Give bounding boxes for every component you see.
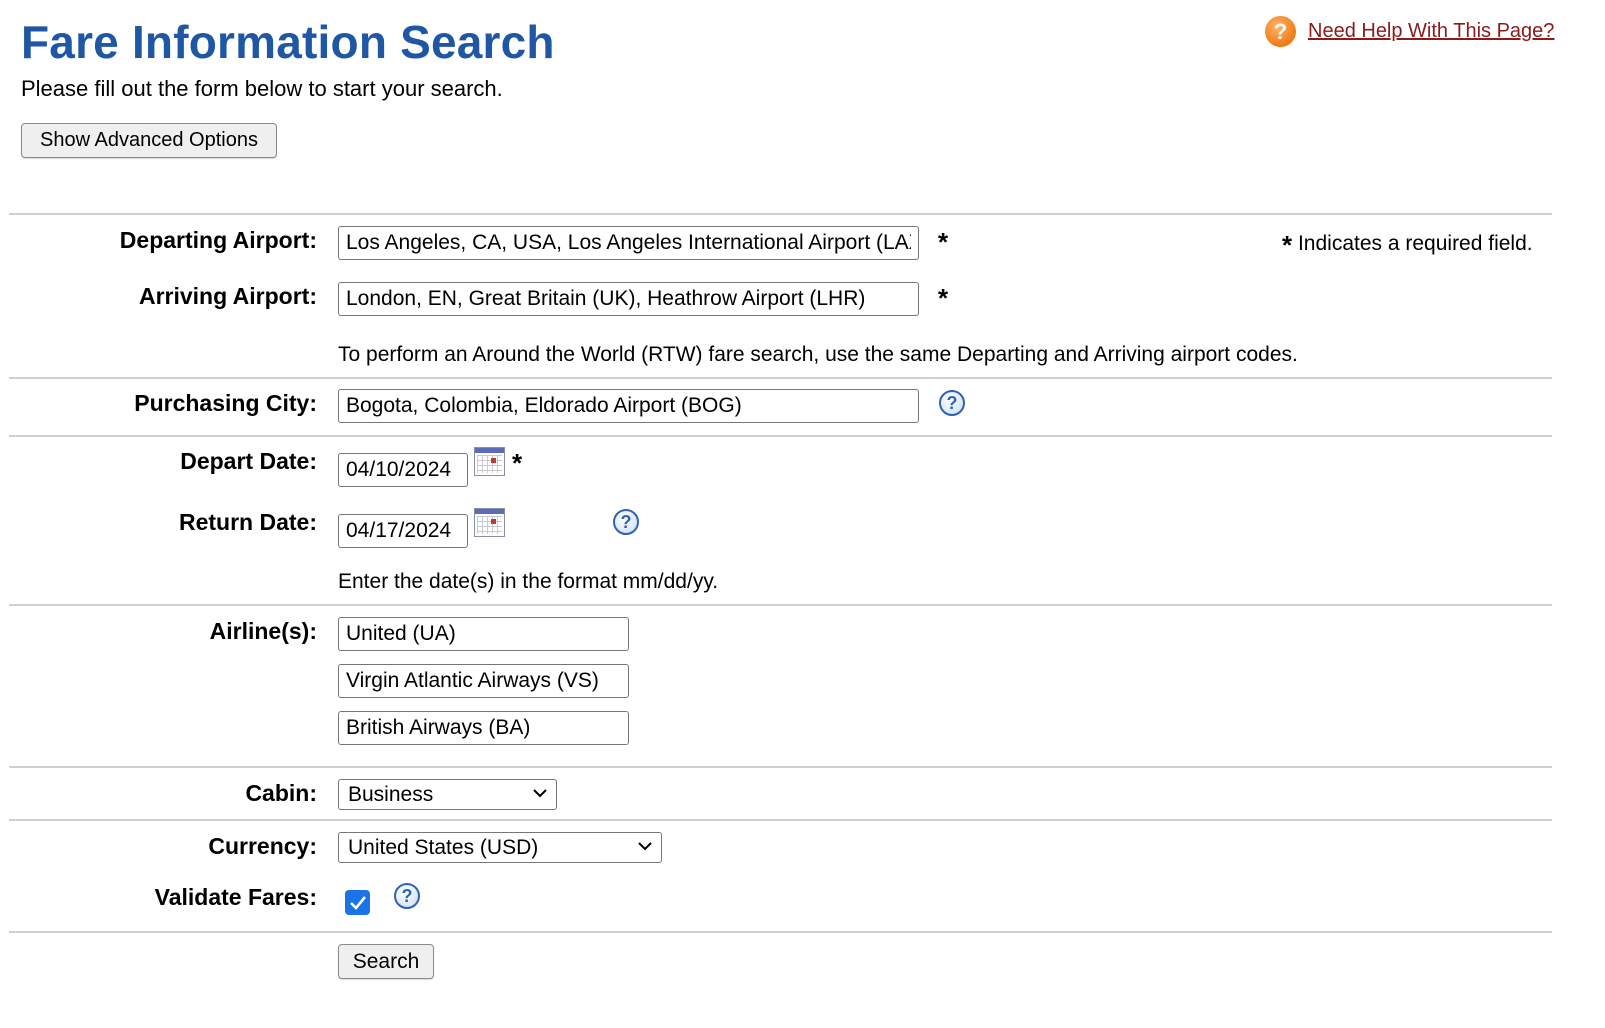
depart-date-input[interactable] [338, 453, 468, 487]
airline-input-3[interactable] [338, 711, 629, 745]
required-marker: * [512, 448, 523, 478]
required-marker: * [938, 227, 949, 257]
cabin-label: Cabin: [245, 780, 317, 806]
required-note: Indicates a required field. [1297, 232, 1533, 255]
purchasing-city-input[interactable] [338, 389, 919, 423]
return-date-input[interactable] [338, 514, 468, 548]
validate-fares-checkbox[interactable] [345, 890, 370, 915]
date-help-icon[interactable]: ? [613, 509, 639, 535]
validate-fares-label: Validate Fares: [154, 884, 317, 910]
cabin-select[interactable]: Business [338, 779, 557, 810]
purchasing-city-label: Purchasing City: [134, 390, 317, 416]
currency-label: Currency: [208, 833, 317, 859]
divider [9, 435, 1552, 437]
help-question-icon[interactable]: ? [1265, 16, 1296, 47]
chevron-down-icon [638, 842, 652, 851]
departing-airport-input[interactable] [338, 226, 919, 260]
departing-airport-label: Departing Airport: [119, 227, 317, 253]
checkmark-icon [349, 895, 366, 910]
airlines-label: Airline(s): [209, 618, 317, 644]
divider [9, 819, 1552, 821]
need-help-link[interactable]: Need Help With This Page? [1308, 20, 1554, 43]
currency-selected-value: United States (USD) [348, 836, 539, 859]
currency-select[interactable]: United States (USD) [338, 832, 662, 863]
show-advanced-options-button[interactable]: Show Advanced Options [21, 123, 277, 158]
validate-fares-help-icon[interactable]: ? [394, 883, 420, 909]
divider [9, 377, 1552, 379]
purchasing-city-help-icon[interactable]: ? [939, 390, 965, 416]
date-format-note: Enter the date(s) in the format mm/dd/yy… [338, 570, 719, 593]
return-calendar-icon[interactable] [474, 508, 505, 537]
chevron-down-icon [533, 789, 547, 798]
divider [9, 766, 1552, 768]
airline-input-2[interactable] [338, 664, 629, 698]
divider [9, 604, 1552, 606]
required-legend: * Indicates a required field. [1282, 231, 1533, 258]
required-marker: * [1282, 230, 1293, 260]
arriving-airport-input[interactable] [338, 282, 919, 316]
rtw-note: To perform an Around the World (RTW) far… [338, 343, 1298, 366]
page-subtitle: Please fill out the form below to start … [21, 76, 503, 101]
cabin-selected-value: Business [348, 783, 434, 806]
arriving-airport-label: Arriving Airport: [138, 283, 317, 309]
page-help: ? Need Help With This Page? [1265, 16, 1554, 47]
divider [9, 931, 1552, 933]
return-date-label: Return Date: [178, 509, 317, 535]
depart-date-label: Depart Date: [180, 448, 317, 474]
airline-input-1[interactable] [338, 617, 629, 651]
page-title: Fare Information Search [21, 16, 555, 68]
divider [9, 213, 1552, 215]
depart-calendar-icon[interactable] [474, 447, 505, 476]
required-marker: * [938, 283, 949, 313]
search-button[interactable]: Search [338, 944, 434, 979]
